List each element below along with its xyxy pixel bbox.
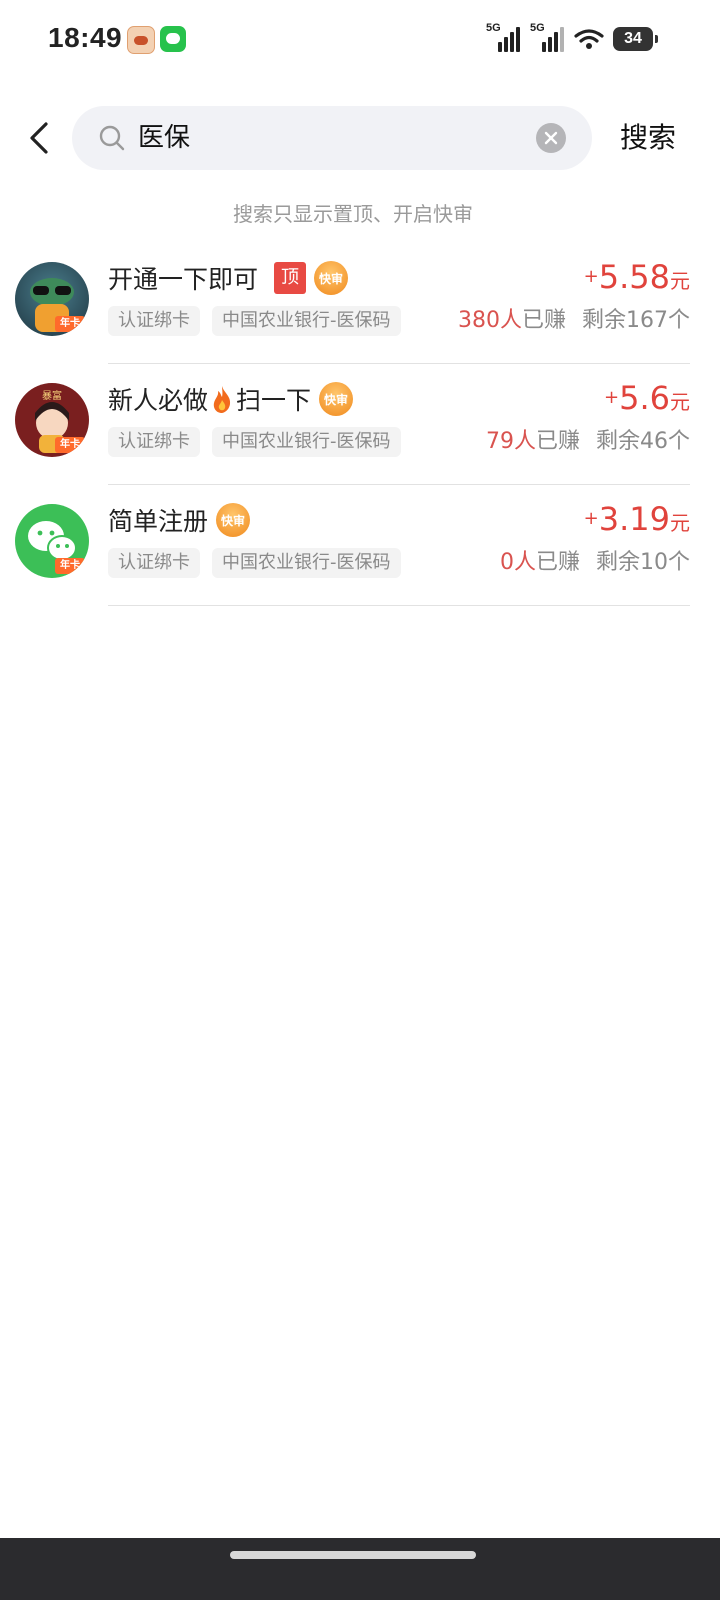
- task-reward: +5.58元: [584, 258, 690, 296]
- task-tag: 认证绑卡: [108, 427, 200, 457]
- task-title-row: 开通一下即可 顶 快审: [108, 258, 349, 298]
- earned-label: 已赚: [535, 429, 580, 454]
- avatar: 年卡: [15, 504, 89, 578]
- fire-icon: [213, 386, 231, 413]
- remaining-count: 剩余167个: [582, 308, 690, 333]
- earned-label: 已赚: [521, 308, 566, 333]
- reward-plus: +: [583, 508, 599, 529]
- search-field[interactable]: 医保: [72, 106, 592, 170]
- task-title: 简单注册: [108, 507, 209, 536]
- task-tag: 认证绑卡: [108, 548, 200, 578]
- clear-icon[interactable]: [536, 123, 566, 153]
- task-item[interactable]: 暴富 年卡 新人必做 扫一下 快审 +5.6元 认证绑卡 中国农业银行-医保码 …: [0, 365, 720, 485]
- reward-amount: 3.19: [598, 500, 670, 538]
- reward-plus: +: [604, 387, 620, 408]
- search-hint: 搜索只显示置顶、开启快审: [233, 202, 473, 226]
- reward-unit: 元: [670, 511, 690, 535]
- task-stats: 0人已赚 剩余10个: [500, 548, 690, 578]
- task-title-suffix: 扫一下: [236, 386, 312, 415]
- signal-icon: 5G: [530, 22, 570, 52]
- pinned-tag: 顶: [274, 262, 307, 294]
- task-title-row: 简单注册 快审: [108, 500, 251, 540]
- task-tag: 认证绑卡: [108, 306, 200, 336]
- battery-icon: 34: [613, 27, 658, 51]
- fast-review-tag: 快审: [319, 382, 354, 416]
- reward-amount: 5.6: [619, 379, 670, 417]
- fast-review-tag: 快审: [216, 503, 251, 537]
- message-icon: [160, 26, 186, 52]
- task-tag: 中国农业银行-医保码: [212, 548, 401, 578]
- earned-count: 0人: [499, 550, 536, 575]
- task-tag: 中国农业银行-医保码: [212, 306, 401, 336]
- earned-count: 380人: [457, 308, 522, 333]
- divider: [108, 484, 690, 485]
- svg-text:暴富: 暴富: [42, 389, 62, 402]
- reward-unit: 元: [670, 390, 690, 414]
- task-reward: +5.6元: [604, 379, 690, 417]
- reward-unit: 元: [670, 269, 690, 293]
- remaining-count: 剩余10个: [596, 550, 690, 575]
- task-reward: +3.19元: [584, 500, 690, 538]
- task-item[interactable]: 年卡 开通一下即可 顶 快审 +5.58元 认证绑卡 中国农业银行-医保码 38…: [0, 244, 720, 364]
- search-icon: [99, 125, 125, 151]
- task-tag: 中国农业银行-医保码: [212, 427, 401, 457]
- search-input[interactable]: 医保: [138, 106, 190, 170]
- status-bar: 18:49 5G 5G 34: [0, 0, 720, 78]
- task-title: 开通一下即可: [108, 265, 259, 294]
- signal-icon: 5G: [486, 22, 526, 52]
- status-time: 18:49: [48, 22, 123, 53]
- avatar: 年卡: [15, 262, 89, 336]
- task-tags: 认证绑卡 中国农业银行-医保码: [108, 548, 413, 578]
- reward-plus: +: [583, 266, 599, 287]
- search-button[interactable]: 搜索: [620, 106, 676, 170]
- year-card-badge: 年卡: [55, 558, 85, 574]
- divider: [108, 363, 690, 364]
- task-item[interactable]: 年卡 简单注册 快审 +3.19元 认证绑卡 中国农业银行-医保码 0人已赚 剩余…: [0, 486, 720, 606]
- task-stats: 380人已赚 剩余167个: [458, 306, 690, 336]
- divider: [108, 605, 690, 606]
- year-card-badge: 年卡: [55, 316, 85, 332]
- signal-label: 5G: [486, 22, 501, 34]
- home-indicator[interactable]: [230, 1551, 476, 1559]
- task-title: 新人必做: [108, 386, 209, 415]
- task-tags: 认证绑卡 中国农业银行-医保码: [108, 306, 413, 336]
- earned-count: 79人: [485, 429, 536, 454]
- remaining-count: 剩余46个: [596, 429, 690, 454]
- back-arrow-icon[interactable]: [22, 120, 58, 156]
- earned-label: 已赚: [535, 550, 580, 575]
- fast-review-tag: 快审: [314, 261, 349, 295]
- wifi-icon: [574, 29, 604, 49]
- reward-amount: 5.58: [598, 258, 670, 296]
- search-bar: 医保 搜索: [0, 106, 720, 172]
- avatar: 暴富 年卡: [15, 383, 89, 457]
- task-title-row: 新人必做 扫一下 快审: [108, 379, 354, 419]
- navigation-bar: [0, 1538, 720, 1600]
- task-tags: 认证绑卡 中国农业银行-医保码: [108, 427, 413, 457]
- signal-label: 5G: [530, 22, 545, 34]
- notification-app-icon: [127, 26, 155, 54]
- year-card-badge: 年卡: [55, 437, 85, 453]
- task-stats: 79人已赚 剩余46个: [486, 427, 690, 457]
